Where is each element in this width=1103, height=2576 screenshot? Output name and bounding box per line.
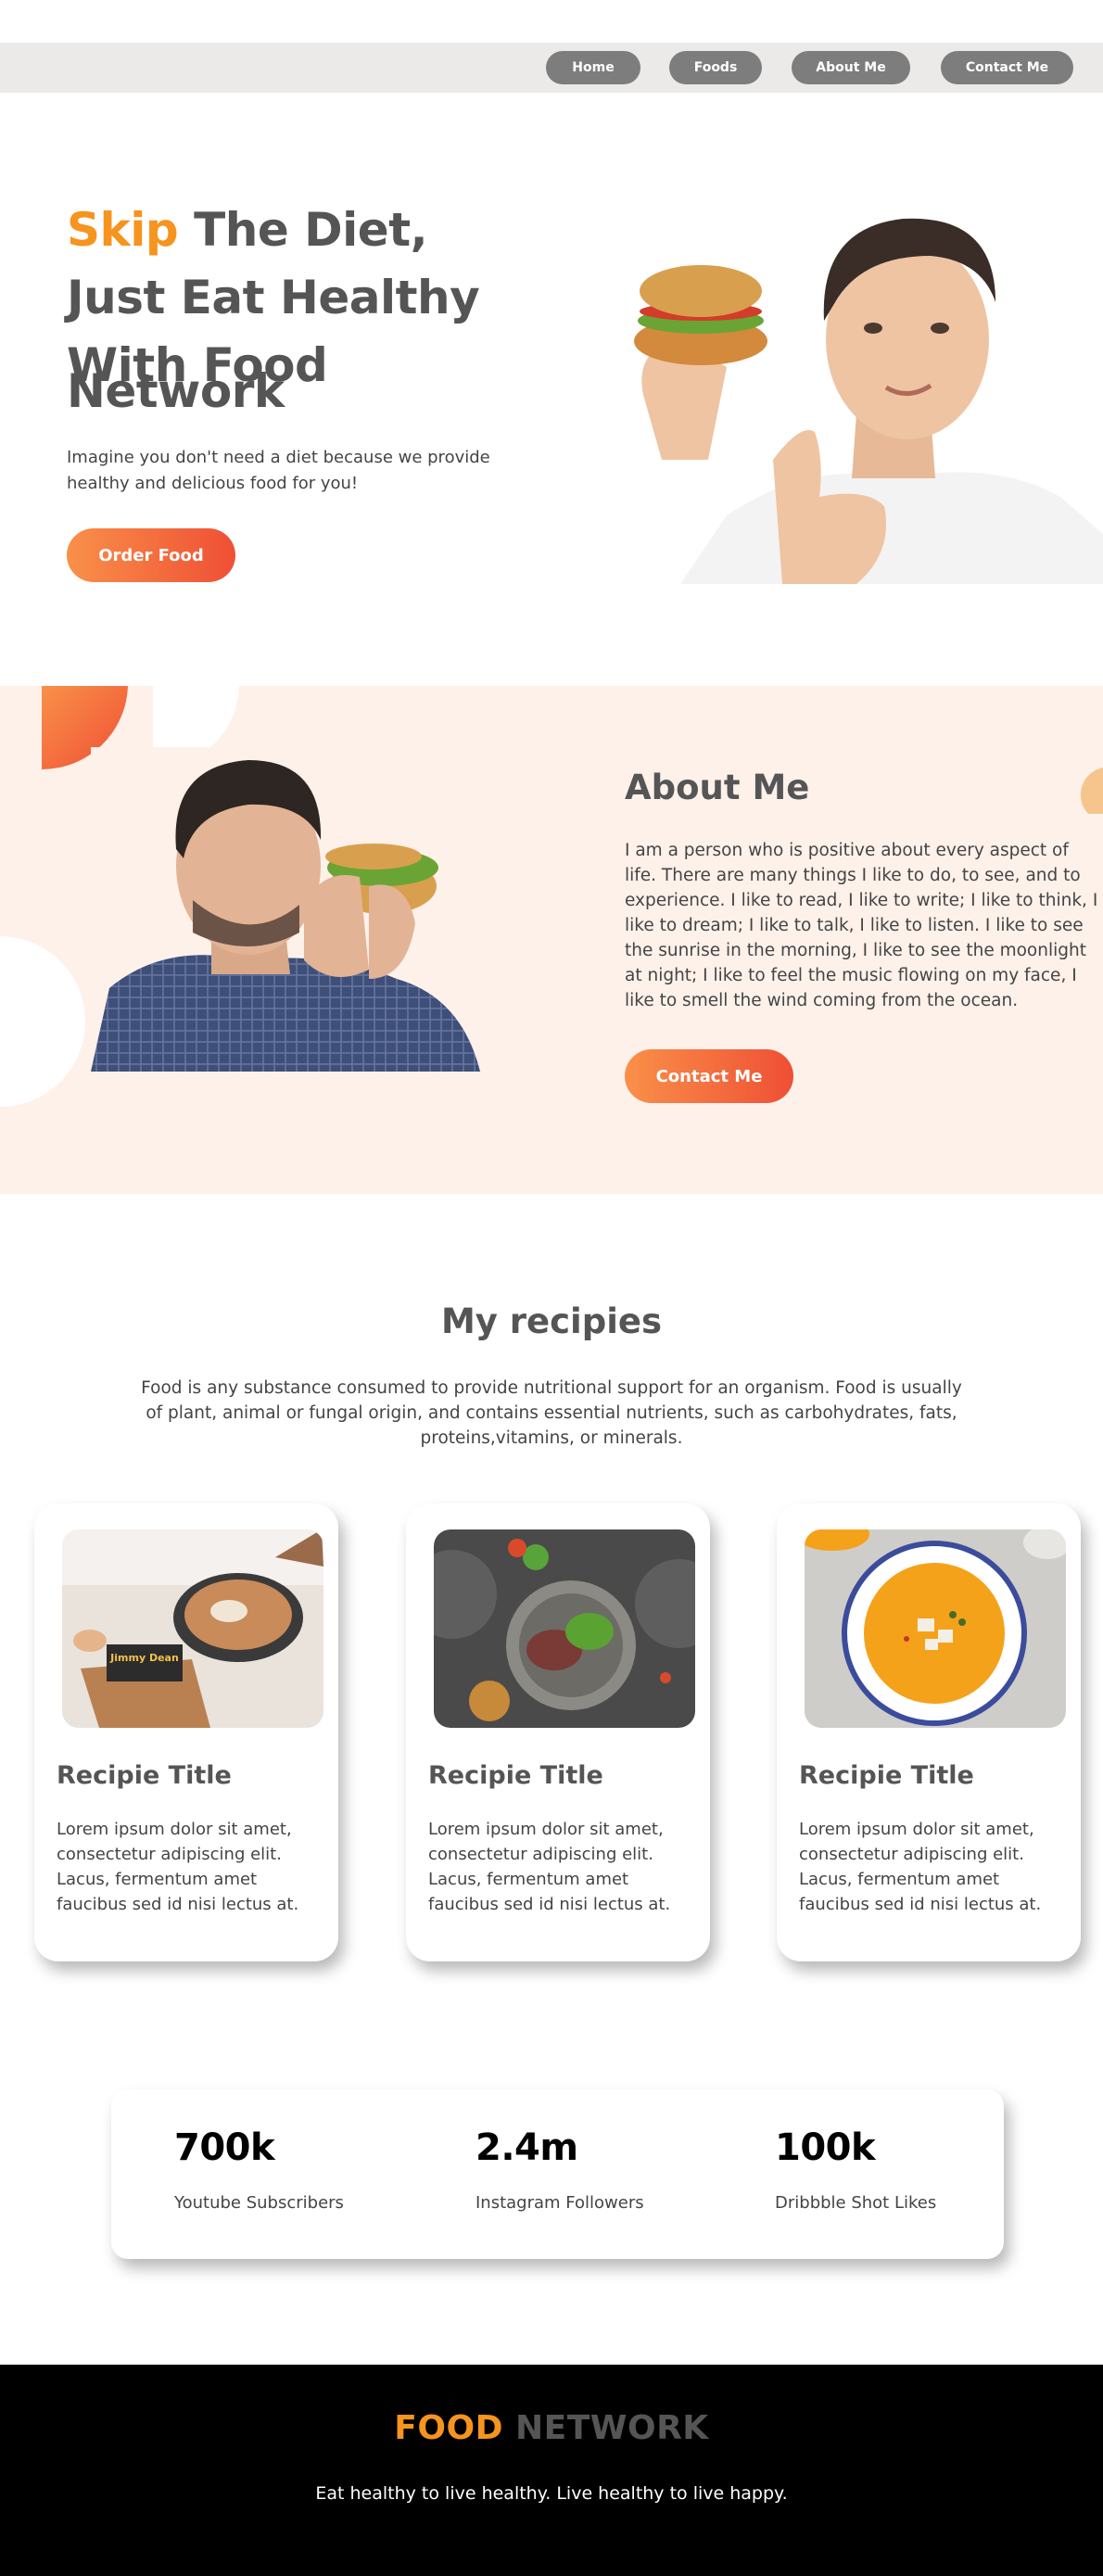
recipes-intro: Food is any substance consumed to provid… (141, 1378, 962, 1448)
footer-tagline: Eat healthy to live healthy. Live health… (315, 2483, 788, 2504)
recipe-image-pan: Jimmy Dean (62, 1529, 323, 1728)
stat-value: 100k (775, 2126, 876, 2169)
hero-title-rest: The Diet, (194, 203, 428, 257)
recipe-card-title: Recipie Title (57, 1761, 232, 1790)
recipe-card[interactable]: Recipie Title Lorem ipsum dolor sit amet… (406, 1504, 710, 1961)
recipe-card-text: Lorem ipsum dolor sit amet, consectetur … (428, 1820, 671, 1914)
stat-value: 2.4m (475, 2126, 578, 2169)
stat-youtube: 700k Youtube Subscribers (174, 2126, 344, 2213)
stat-value: 700k (174, 2126, 275, 2169)
order-food-button[interactable]: Order Food (67, 528, 235, 582)
stats-panel: 700k Youtube Subscribers 2.4m Instagram … (111, 2089, 1004, 2259)
package-label: Jimmy Dean (109, 1652, 179, 1664)
stat-label: Dribbble Shot Likes (775, 2193, 937, 2213)
hero-title-line2: Just Eat Healthy (67, 271, 480, 324)
nav-foods-button[interactable]: Foods (669, 51, 762, 84)
nav-contact-button[interactable]: Contact Me (941, 51, 1073, 84)
recipe-card-title: Recipie Title (428, 1761, 603, 1790)
brand-food: FOOD (394, 2409, 503, 2447)
brand-network: NETWORK (515, 2409, 709, 2447)
stat-label: Youtube Subscribers (174, 2193, 344, 2213)
recipe-image-soup (805, 1529, 1066, 1728)
recipe-card-text: Lorem ipsum dolor sit amet, consectetur … (799, 1820, 1042, 1914)
footer: FOOD NETWORK Eat healthy to live healthy… (0, 2365, 1103, 2576)
hero-man-burger-image (625, 182, 1103, 584)
hero-subtitle: Imagine you don't need a diet because we… (67, 448, 490, 493)
about-man-eating-image (91, 747, 480, 1072)
stat-instagram: 2.4m Instagram Followers (475, 2126, 644, 2213)
hero-title-accent: Skip (67, 203, 179, 257)
recipes-title: My recipies (440, 1301, 663, 1341)
recipe-image-steak (434, 1529, 695, 1728)
footer-brand: FOOD NETWORK (0, 2409, 1103, 2447)
nav-home-button[interactable]: Home (546, 51, 640, 84)
about-title: About Me (625, 768, 810, 807)
recipe-card-title: Recipie Title (799, 1761, 974, 1790)
about-text: I am a person who is positive about ever… (625, 841, 1098, 1010)
recipe-card[interactable]: Recipie Title Lorem ipsum dolor sit amet… (777, 1504, 1081, 1961)
about-section: About Me I am a person who is positive a… (0, 686, 1103, 1194)
top-nav: Home Foods About Me Contact Me (0, 43, 1103, 93)
nav-about-button[interactable]: About Me (792, 51, 910, 84)
stat-label: Instagram Followers (475, 2193, 644, 2213)
recipe-card[interactable]: Jimmy Dean Recipie Title Lorem ipsum dol… (34, 1504, 338, 1961)
stat-dribbble: 100k Dribbble Shot Likes (775, 2126, 936, 2213)
recipe-card-text: Lorem ipsum dolor sit amet, consectetur … (57, 1820, 299, 1914)
contact-me-button[interactable]: Contact Me (625, 1049, 793, 1103)
hero-title-line4: Network (67, 364, 285, 418)
